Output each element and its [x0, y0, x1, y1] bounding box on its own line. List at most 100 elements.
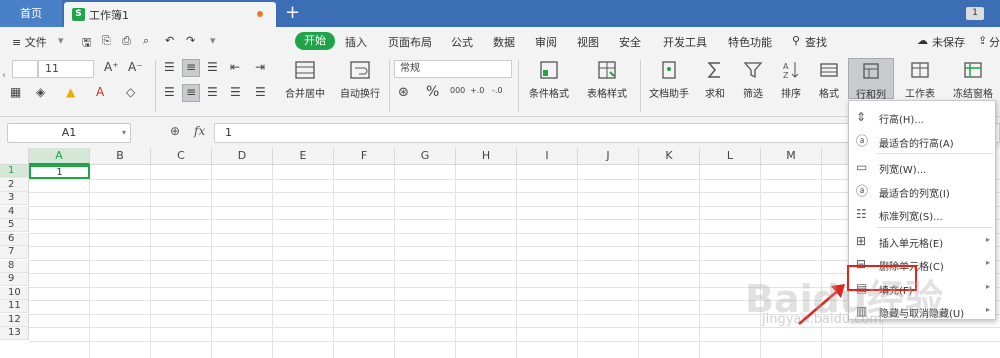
worksheet-button[interactable]: 工作表 [898, 59, 942, 100]
table-style-button[interactable]: 表格样式 [582, 59, 632, 100]
border-icon[interactable]: ▦ [10, 85, 21, 99]
menu-item-5[interactable]: ⊞ 插入单元格(E) ▸ [849, 229, 995, 253]
freeze-panes-button[interactable]: 冻结窗格 [946, 59, 1000, 100]
row-header-9[interactable]: 9 [0, 273, 29, 286]
decrease-decimal-button[interactable]: -.0 [492, 86, 503, 95]
align-left-icon[interactable]: ☰ [164, 85, 175, 99]
sort-button[interactable]: AZ 排序 [774, 59, 808, 100]
row-header-10[interactable]: 10 [0, 286, 29, 300]
column-header-f[interactable]: F [334, 148, 395, 165]
share-icon[interactable]: ⇪ [978, 34, 987, 47]
column-header-g[interactable]: G [395, 148, 456, 165]
window-count-badge[interactable]: 1 [966, 7, 984, 20]
tab-formulas[interactable]: 公式 [451, 34, 473, 50]
indent-decrease-icon[interactable]: ⇤ [230, 60, 240, 74]
home-tab[interactable]: 首页 [0, 0, 62, 27]
filter-button[interactable]: 筛选 [736, 59, 770, 100]
customize-chevron-icon[interactable]: ▾ [210, 34, 216, 47]
print-preview-icon[interactable]: ⌕ [143, 34, 149, 48]
menu-item-4[interactable]: ☷ 标准列宽(S)... [849, 202, 995, 226]
number-format-select[interactable]: 常规 [394, 60, 512, 78]
conditional-format-button[interactable]: 条件格式 [524, 59, 574, 100]
clear-format-icon[interactable]: ◇ [126, 85, 135, 99]
tab-review[interactable]: 审阅 [535, 34, 557, 50]
row-header-6[interactable]: 6 [0, 232, 29, 246]
menu-item-1[interactable]: ⓐ 最适合的行高(A) [849, 129, 995, 153]
align-center-icon[interactable]: ≡ [182, 84, 200, 102]
column-header-b[interactable]: B [90, 148, 151, 165]
name-box-chevron-icon[interactable]: ▾ [122, 124, 126, 142]
align-right-icon[interactable]: ☰ [207, 85, 218, 99]
align-middle-icon[interactable]: ≡ [182, 59, 200, 77]
sum-button[interactable]: 求和 [698, 59, 732, 100]
column-header-a[interactable]: A [29, 148, 90, 165]
search-label[interactable]: 查找 [805, 34, 827, 50]
cell-a1[interactable]: 1 [29, 165, 90, 179]
column-header-j[interactable]: J [578, 148, 639, 165]
name-box[interactable]: A1 ▾ [7, 123, 131, 143]
row-col-button[interactable]: 行和列 [848, 58, 894, 101]
menu-item-3[interactable]: ⓐ 最适合的列宽(I) [849, 179, 995, 203]
wrap-text-button[interactable]: 自动换行 [338, 59, 382, 100]
column-header-c[interactable]: C [151, 148, 212, 165]
tab-developer[interactable]: 开发工具 [663, 34, 707, 50]
row-header-1[interactable]: 1 [0, 165, 29, 178]
share-label[interactable]: 分 [989, 34, 1000, 50]
menu-item-2[interactable]: ▭ 列宽(W)... [849, 155, 995, 179]
align-top-icon[interactable]: ☰ [164, 60, 175, 74]
row-header-4[interactable]: 4 [0, 205, 29, 219]
row-header-7[interactable]: 7 [0, 246, 29, 259]
doc-helper-button[interactable]: 文档助手 [646, 59, 692, 100]
row-header-12[interactable]: 12 [0, 313, 29, 327]
row-header-13[interactable]: 13 [0, 327, 29, 340]
shrink-font-icon[interactable]: A⁻ [128, 60, 143, 74]
column-header-d[interactable]: D [212, 148, 273, 165]
new-tab-button[interactable]: + [285, 2, 300, 23]
percent-button[interactable]: % [426, 84, 439, 100]
document-tab[interactable]: S 工作簿1 [64, 2, 276, 27]
tab-security[interactable]: 安全 [619, 34, 641, 50]
highlight-color-icon[interactable]: ▲ [66, 85, 75, 99]
tab-data[interactable]: 数据 [493, 34, 515, 50]
file-menu-chevron-icon[interactable]: ▾ [58, 34, 64, 47]
zoom-icon[interactable]: ⊕ [170, 124, 180, 138]
redo-icon[interactable]: ↷ [186, 34, 195, 47]
select-all-corner[interactable] [0, 148, 29, 165]
format-button[interactable]: 格式 [812, 59, 846, 100]
font-name-box[interactable] [12, 60, 38, 78]
grow-font-icon[interactable]: A⁺ [104, 60, 119, 74]
merge-center-button[interactable]: 合并居中 [280, 59, 330, 100]
tab-start[interactable]: 开始 [295, 32, 335, 50]
column-header-k[interactable]: K [639, 148, 700, 165]
save-icon[interactable]: 🖫 [82, 34, 91, 53]
increase-decimal-button[interactable]: +.0 [470, 86, 484, 95]
thousands-separator-button[interactable]: 000 [450, 86, 465, 95]
font-color-icon[interactable]: A [96, 85, 104, 99]
export-icon[interactable]: ⎘ [102, 34, 111, 48]
row-header-2[interactable]: 2 [0, 178, 29, 192]
tab-page-layout[interactable]: 页面布局 [388, 34, 432, 50]
fx-icon[interactable]: fx [194, 124, 205, 138]
row-header-3[interactable]: 3 [0, 192, 29, 205]
column-header-e[interactable]: E [273, 148, 334, 165]
indent-increase-icon[interactable]: ⇥ [255, 60, 265, 74]
ribbon-scroll-left-icon[interactable]: ‹ [2, 70, 6, 81]
tab-view[interactable]: 视图 [577, 34, 599, 50]
distribute-icon[interactable]: ☰ [255, 85, 266, 99]
column-header-i[interactable]: I [517, 148, 578, 165]
tab-insert[interactable]: 插入 [345, 34, 367, 50]
unsaved-status[interactable]: 未保存 [932, 34, 965, 50]
justify-icon[interactable]: ☰ [230, 85, 241, 99]
tab-features[interactable]: 特色功能 [728, 34, 772, 50]
file-menu[interactable]: ≡ 文件 [12, 34, 47, 50]
column-header-h[interactable]: H [456, 148, 517, 165]
row-header-5[interactable]: 5 [0, 219, 29, 232]
align-bottom-icon[interactable]: ☰ [207, 60, 218, 74]
menu-item-0[interactable]: ⇕ 行高(H)... [849, 105, 995, 129]
column-header-l[interactable]: L [700, 148, 761, 165]
column-header-m[interactable]: M [761, 148, 822, 165]
undo-icon[interactable]: ↶ [165, 34, 174, 47]
search-icon[interactable]: ⚲ [792, 34, 800, 47]
row-header-11[interactable]: 11 [0, 300, 29, 313]
currency-icon[interactable]: ⊛ [398, 85, 409, 100]
